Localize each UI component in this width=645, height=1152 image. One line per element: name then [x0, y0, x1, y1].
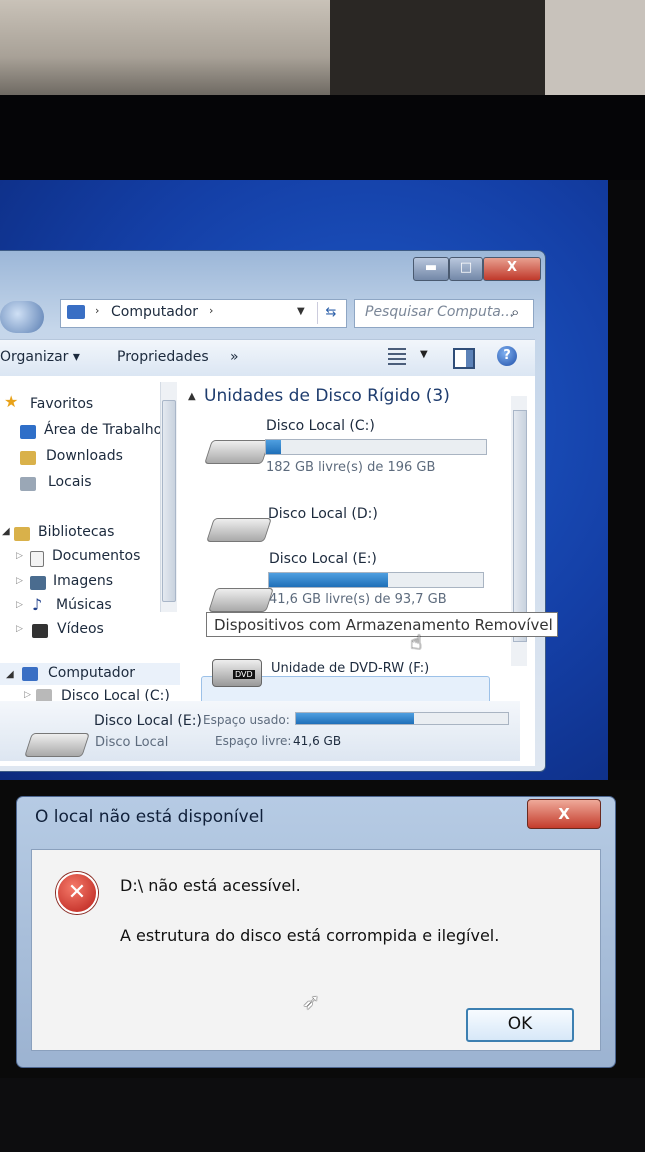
details-usage-fill — [296, 713, 414, 724]
help-icon[interactable]: ? — [497, 346, 517, 366]
error-message-body: A estrutura do disco está corrompida e i… — [120, 926, 500, 945]
details-free-value: 41,6 GB — [293, 734, 342, 748]
dvd-drive-name[interactable]: Unidade de DVD-RW (F:) — [271, 661, 429, 676]
nav-computer[interactable]: Computador — [48, 665, 135, 681]
expand-arrow-icon[interactable]: ▷ — [16, 551, 23, 561]
details-usage-bar — [295, 712, 509, 725]
section-hard-disks[interactable]: Unidades de Disco Rígido (3) — [204, 386, 450, 406]
bottom-bezel — [0, 1078, 645, 1152]
address-bar[interactable]: › Computador › ▼ ⇆ — [60, 299, 347, 328]
details-free-label: Espaço livre: — [215, 734, 292, 748]
drive-e-usage-bar — [268, 572, 484, 588]
details-type: Disco Local — [95, 735, 169, 750]
maximize-button[interactable]: □ — [449, 257, 483, 281]
libraries-icon — [14, 527, 30, 541]
error-message-title: D:\ não está acessível. — [120, 876, 301, 895]
nav-documents[interactable]: Documentos — [52, 548, 140, 564]
images-icon — [30, 576, 46, 590]
details-name: Disco Local (E:) — [94, 713, 202, 729]
documents-icon — [30, 551, 44, 567]
expand-arrow-icon[interactable]: ▷ — [16, 600, 23, 610]
details-drive-icon — [24, 733, 90, 757]
dialog-title: O local não está disponível — [35, 807, 264, 827]
drive-c-icon — [204, 440, 270, 464]
collapse-arrow-icon[interactable]: ◢ — [2, 526, 10, 537]
more-commands-button[interactable]: » — [230, 349, 239, 365]
background-wall-right — [545, 0, 645, 95]
minimize-button[interactable]: ▬ — [413, 257, 449, 281]
command-bar: Organizar ▾ Propriedades » ▼ ? — [0, 339, 535, 377]
search-placeholder: Pesquisar Computa... — [365, 304, 515, 320]
nav-desktop[interactable]: Área de Trabalho — [44, 422, 162, 438]
refresh-icon[interactable]: ⇆ — [317, 302, 344, 324]
breadcrumb-arrow[interactable]: › — [209, 304, 213, 317]
drive-e-free: 41,6 GB livre(s) de 93,7 GB — [269, 592, 447, 607]
nav-favorites[interactable]: Favoritos — [30, 396, 93, 412]
details-used-label: Espaço usado: — [203, 713, 290, 727]
places-icon — [20, 477, 36, 491]
dvd-drive-icon: DVD — [212, 659, 262, 687]
properties-button[interactable]: Propriedades — [117, 349, 209, 365]
mouse-pointer-icon: ➶ — [302, 990, 321, 1015]
expand-arrow-icon[interactable]: ▷ — [16, 624, 23, 634]
details-pane: Disco Local (E:) Disco Local Espaço usad… — [0, 701, 520, 761]
star-icon: ★ — [4, 392, 19, 411]
breadcrumb-computer[interactable]: Computador — [111, 304, 198, 320]
downloads-icon — [20, 451, 36, 465]
section-removable-tooltip: Dispositivos com Armazenamento Removível — [206, 612, 558, 637]
drive-e-usage-fill — [269, 573, 388, 587]
dialog-body: ✕ D:\ não está acessível. A estrutura do… — [31, 849, 601, 1051]
drive-c-usage-fill — [266, 440, 282, 454]
ok-button[interactable]: OK — [466, 1008, 574, 1042]
search-icon[interactable]: ⌕ — [511, 303, 519, 321]
nav-scrollbar-thumb[interactable] — [162, 400, 176, 602]
mouse-cursor-icon: ☝ — [410, 630, 423, 654]
main-scrollbar-thumb[interactable] — [513, 410, 527, 642]
back-forward-button[interactable] — [0, 301, 44, 333]
organize-menu[interactable]: Organizar ▾ — [0, 349, 80, 365]
monitor-bezel — [0, 95, 645, 185]
nav-libraries[interactable]: Bibliotecas — [38, 524, 114, 540]
background-shadow — [330, 0, 545, 95]
view-dropdown-icon[interactable]: ▼ — [420, 349, 428, 360]
collapse-arrow-icon[interactable]: ◢ — [6, 669, 14, 680]
drive-c-name[interactable]: Disco Local (C:) — [266, 418, 375, 434]
close-button[interactable]: X — [483, 257, 541, 281]
desktop-icon — [20, 425, 36, 439]
drive-e-name[interactable]: Disco Local (E:) — [269, 551, 377, 567]
error-icon: ✕ — [56, 872, 98, 914]
error-dialog: O local não está disponível X ✕ D:\ não … — [16, 796, 616, 1068]
monitor-edge — [608, 180, 645, 780]
drive-c-free: 182 GB livre(s) de 196 GB — [266, 460, 436, 475]
drive-e-icon — [208, 588, 274, 612]
drive-d-icon — [206, 518, 272, 542]
nav-downloads[interactable]: Downloads — [46, 448, 123, 464]
expand-arrow-icon[interactable]: ▷ — [16, 576, 23, 586]
computer-icon — [67, 305, 85, 319]
preview-pane-icon[interactable] — [453, 348, 475, 369]
section-collapse-icon[interactable]: ▲ — [188, 391, 196, 402]
drive-d-name[interactable]: Disco Local (D:) — [268, 506, 378, 522]
explorer-window: ▬ □ X › Computador › ▼ ⇆ Pesquisar Compu… — [0, 250, 546, 772]
nav-videos[interactable]: Vídeos — [57, 621, 104, 637]
dialog-close-button[interactable]: X — [527, 799, 601, 829]
breadcrumb-arrow[interactable]: › — [95, 304, 99, 317]
computer-icon — [22, 667, 38, 681]
nav-places[interactable]: Locais — [48, 474, 92, 490]
music-icon: ♪ — [32, 595, 43, 614]
nav-music[interactable]: Músicas — [56, 597, 112, 613]
drive-c-usage-bar — [265, 439, 487, 455]
expand-arrow-icon[interactable]: ▷ — [24, 690, 31, 700]
dvd-badge: DVD — [233, 670, 255, 679]
search-input[interactable]: Pesquisar Computa... ⌕ — [354, 299, 534, 328]
videos-icon — [32, 624, 48, 638]
change-view-icon[interactable] — [388, 348, 406, 366]
nav-images[interactable]: Imagens — [53, 573, 113, 589]
address-dropdown-icon[interactable]: ▼ — [297, 306, 305, 317]
